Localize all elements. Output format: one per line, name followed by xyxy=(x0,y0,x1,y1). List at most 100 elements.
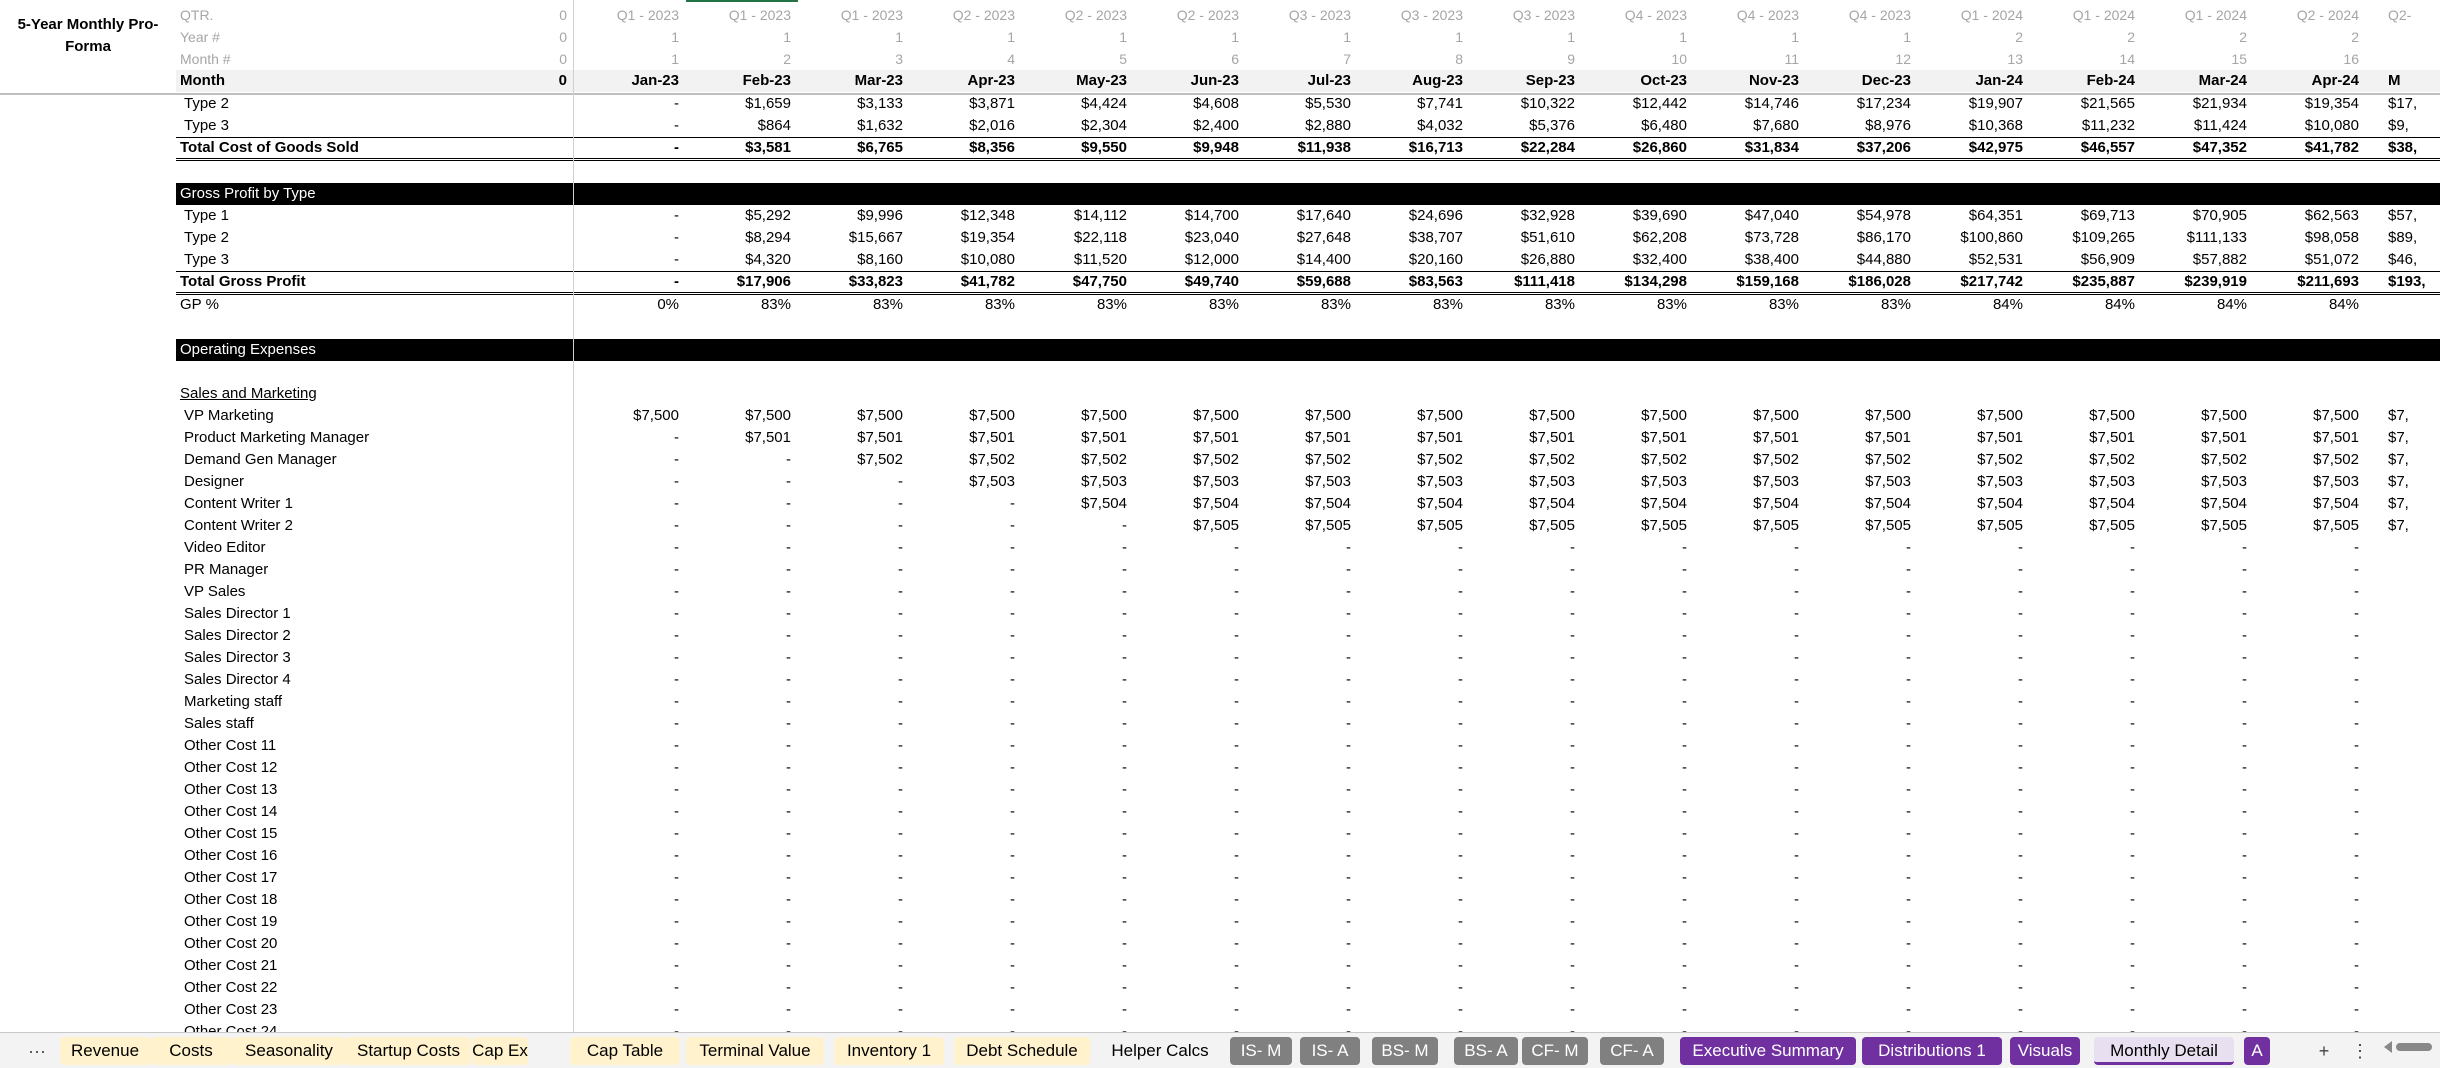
opex-row-cell[interactable]: - xyxy=(1356,999,1466,1021)
cogs-row-cell[interactable]: $3,581 xyxy=(684,137,794,159)
opex-row-cell[interactable]: - xyxy=(1804,823,1914,845)
gp-row-cell[interactable]: $62,563 xyxy=(2252,205,2362,227)
month-header-cell[interactable]: Jan-23 xyxy=(572,70,682,92)
opex-row-cell[interactable]: - xyxy=(1804,845,1914,867)
opex-row-cell[interactable]: - xyxy=(1132,537,1242,559)
header-row-label[interactable]: Month # xyxy=(176,48,376,70)
opex-row-cell[interactable]: $7,503 xyxy=(1020,471,1130,493)
opex-row-cell[interactable]: - xyxy=(908,977,1018,999)
opex-row-cell[interactable]: - xyxy=(1580,867,1690,889)
spreadsheet-grid[interactable]: 5-Year Monthly Pro-Forma QTR. 0 Q1 - 2023 Q… xyxy=(0,0,2440,1032)
cogs-row-cell[interactable]: $5,530 xyxy=(1244,93,1354,115)
opex-row-cell[interactable]: - xyxy=(684,449,794,471)
gp-row-label[interactable]: Total Gross Profit xyxy=(176,271,566,293)
opex-row-cell[interactable]: - xyxy=(2140,603,2250,625)
opex-row-cell[interactable]: - xyxy=(1692,823,1802,845)
opex-row-cell[interactable]: $7,502 xyxy=(1916,449,2026,471)
opex-row-cell[interactable]: $7,500 xyxy=(2140,405,2250,427)
opex-row-cell[interactable]: - xyxy=(572,779,682,801)
opex-row-cell[interactable]: - xyxy=(2028,845,2138,867)
opex-row-cell[interactable]: - xyxy=(908,801,1018,823)
opex-row-cell[interactable]: $7,502 xyxy=(1244,449,1354,471)
header-row-label[interactable]: Year # xyxy=(176,26,376,48)
opex-row-cell[interactable]: - xyxy=(796,757,906,779)
opex-row-cell[interactable]: - xyxy=(1020,779,1130,801)
opex-row-cell[interactable]: $7,502 xyxy=(1132,449,1242,471)
opex-row-cell[interactable]: - xyxy=(1356,867,1466,889)
opex-row-cell[interactable]: - xyxy=(2140,559,2250,581)
header-row-cell[interactable]: Q2 - 2023 xyxy=(1020,4,1130,26)
opex-row-cell[interactable]: - xyxy=(572,911,682,933)
opex-row-cell[interactable]: - xyxy=(2028,713,2138,735)
opex-row-cell[interactable]: - xyxy=(1132,757,1242,779)
cogs-row-cell[interactable]: - xyxy=(572,137,682,159)
opex-row-cell[interactable]: - xyxy=(908,669,1018,691)
opex-row-partial-cell[interactable]: $7, xyxy=(2384,471,2440,493)
opex-row-cell[interactable]: $7,500 xyxy=(1356,405,1466,427)
cogs-row-cell[interactable]: $10,368 xyxy=(1916,115,2026,137)
cogs-row-cell[interactable]: $14,746 xyxy=(1692,93,1802,115)
opex-row-cell[interactable]: - xyxy=(1356,977,1466,999)
opex-row-cell[interactable]: - xyxy=(1580,801,1690,823)
opex-row-cell[interactable]: $7,501 xyxy=(684,427,794,449)
sheet-tab[interactable]: Cap Table xyxy=(570,1037,680,1065)
opex-row-cell[interactable]: - xyxy=(1916,647,2026,669)
gp-row-partial-cell[interactable]: $89, xyxy=(2384,227,2440,249)
month-header-cell[interactable]: Feb-24 xyxy=(2028,70,2138,92)
opex-row-cell[interactable]: - xyxy=(1356,1021,1466,1032)
opex-row-cell[interactable]: - xyxy=(1468,735,1578,757)
opex-row-cell[interactable]: - xyxy=(1020,845,1130,867)
opex-row-label[interactable]: Other Cost 18 xyxy=(176,889,566,911)
opex-row-label[interactable]: Other Cost 19 xyxy=(176,911,566,933)
opex-row-cell[interactable]: - xyxy=(684,977,794,999)
cogs-row-cell[interactable]: $2,400 xyxy=(1132,115,1242,137)
opex-row-cell[interactable]: - xyxy=(572,735,682,757)
header-row-cell[interactable]: Q1 - 2024 xyxy=(2140,4,2250,26)
opex-row-cell[interactable]: - xyxy=(2028,1021,2138,1032)
gp-row-cell[interactable]: $27,648 xyxy=(1244,227,1354,249)
header-row-cell[interactable]: Q1 - 2023 xyxy=(796,4,906,26)
cogs-row-cell[interactable]: $10,080 xyxy=(2252,115,2362,137)
opex-row-cell[interactable]: $7,504 xyxy=(1916,493,2026,515)
month-header-cell[interactable]: May-23 xyxy=(1020,70,1130,92)
opex-row-cell[interactable]: - xyxy=(1468,977,1578,999)
opex-row-cell[interactable]: - xyxy=(684,955,794,977)
cogs-row-cell[interactable]: $8,976 xyxy=(1804,115,1914,137)
opex-row-cell[interactable]: $7,501 xyxy=(2140,427,2250,449)
opex-row-label[interactable]: Other Cost 16 xyxy=(176,845,566,867)
opex-row-cell[interactable]: - xyxy=(1692,647,1802,669)
gp-row-cell[interactable]: $100,860 xyxy=(1916,227,2026,249)
opex-row-cell[interactable]: - xyxy=(1244,911,1354,933)
opex-row-cell[interactable]: - xyxy=(1916,779,2026,801)
cogs-row-cell[interactable]: $6,765 xyxy=(796,137,906,159)
gp-row-cell[interactable]: $211,693 xyxy=(2252,271,2362,293)
cogs-row-cell[interactable]: $3,871 xyxy=(908,93,1018,115)
gp-row-cell[interactable]: $235,887 xyxy=(2028,271,2138,293)
opex-row-cell[interactable]: - xyxy=(796,493,906,515)
opex-row-cell[interactable]: - xyxy=(1916,691,2026,713)
header-row-cell[interactable]: 1 xyxy=(1020,26,1130,48)
header-row-cell[interactable]: Q4 - 2023 xyxy=(1692,4,1802,26)
opex-row-cell[interactable]: - xyxy=(572,713,682,735)
opex-row-cell[interactable]: - xyxy=(1244,845,1354,867)
cogs-row-cell[interactable]: $10,322 xyxy=(1468,93,1578,115)
opex-row-cell[interactable]: - xyxy=(1356,647,1466,669)
cogs-row-cell[interactable]: $17,234 xyxy=(1804,93,1914,115)
opex-row-cell[interactable]: - xyxy=(1020,977,1130,999)
opex-row-cell[interactable]: $7,500 xyxy=(1916,405,2026,427)
opex-row-cell[interactable]: - xyxy=(2252,911,2362,933)
opex-row-cell[interactable]: - xyxy=(2028,537,2138,559)
header-row-cell[interactable]: 1 xyxy=(1580,26,1690,48)
opex-row-cell[interactable]: - xyxy=(1020,801,1130,823)
gp-row-partial-cell[interactable]: $57, xyxy=(2384,205,2440,227)
gp-row-cell[interactable]: $4,320 xyxy=(684,249,794,271)
cogs-row-cell[interactable]: $2,880 xyxy=(1244,115,1354,137)
header-row-cell[interactable]: 7 xyxy=(1244,48,1354,70)
gp-percent-row-cell[interactable]: 83% xyxy=(1804,294,1914,316)
opex-row-cell[interactable]: - xyxy=(1244,757,1354,779)
month-header-cell[interactable]: Jul-23 xyxy=(1244,70,1354,92)
header-row-cell[interactable]: 1 xyxy=(1244,26,1354,48)
opex-row-cell[interactable]: - xyxy=(684,669,794,691)
opex-row-cell[interactable]: - xyxy=(684,647,794,669)
opex-row-cell[interactable]: $7,504 xyxy=(1580,493,1690,515)
